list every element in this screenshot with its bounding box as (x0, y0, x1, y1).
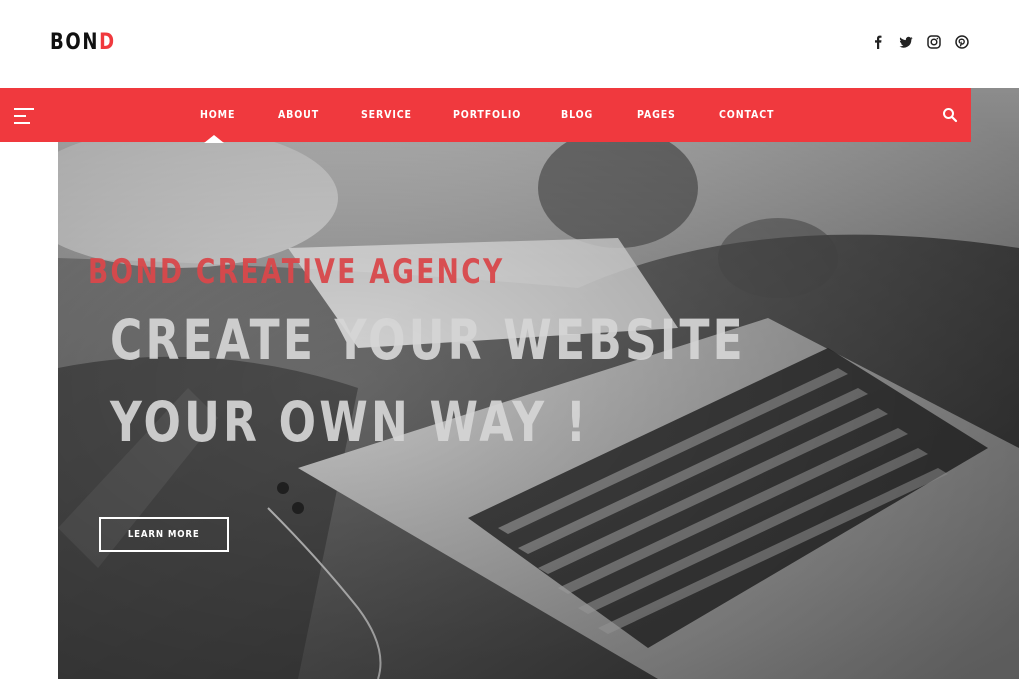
nav-item-service[interactable]: SERVICE (361, 88, 412, 142)
hero-headline-line2: YOUR OWN WAY ! (110, 390, 590, 454)
hamburger-menu-icon[interactable] (14, 108, 34, 124)
nav-item-blog[interactable]: BLOG (561, 88, 593, 142)
learn-more-button[interactable]: LEARN MORE (99, 517, 229, 552)
search-icon[interactable] (942, 107, 958, 123)
hero-headline-line1: CREATE YOUR WEBSITE (110, 308, 746, 372)
nav-item-portfolio[interactable]: PORTFOLIO (453, 88, 521, 142)
active-nav-indicator (204, 135, 224, 143)
nav-item-contact[interactable]: CONTACT (719, 88, 774, 142)
logo-text: BON (50, 30, 100, 55)
twitter-icon[interactable] (899, 35, 913, 49)
hero-tagline: BOND CREATIVE AGENCY (88, 252, 505, 292)
facebook-icon[interactable] (871, 35, 885, 49)
social-links (871, 35, 969, 49)
main-nav: HOME ABOUT SERVICE PORTFOLIO BLOG PAGES … (0, 88, 971, 142)
pinterest-icon[interactable] (955, 35, 969, 49)
learn-more-label: LEARN MORE (128, 529, 200, 540)
logo-accent-letter: D (99, 30, 116, 55)
site-header: BOND (0, 0, 1019, 88)
instagram-icon[interactable] (927, 35, 941, 49)
nav-item-pages[interactable]: PAGES (637, 88, 676, 142)
nav-item-about[interactable]: ABOUT (278, 88, 319, 142)
logo[interactable]: BOND (50, 30, 116, 55)
nav-item-home[interactable]: HOME (200, 88, 235, 142)
hero-section (58, 88, 1019, 679)
hero-background-image (58, 88, 1019, 679)
